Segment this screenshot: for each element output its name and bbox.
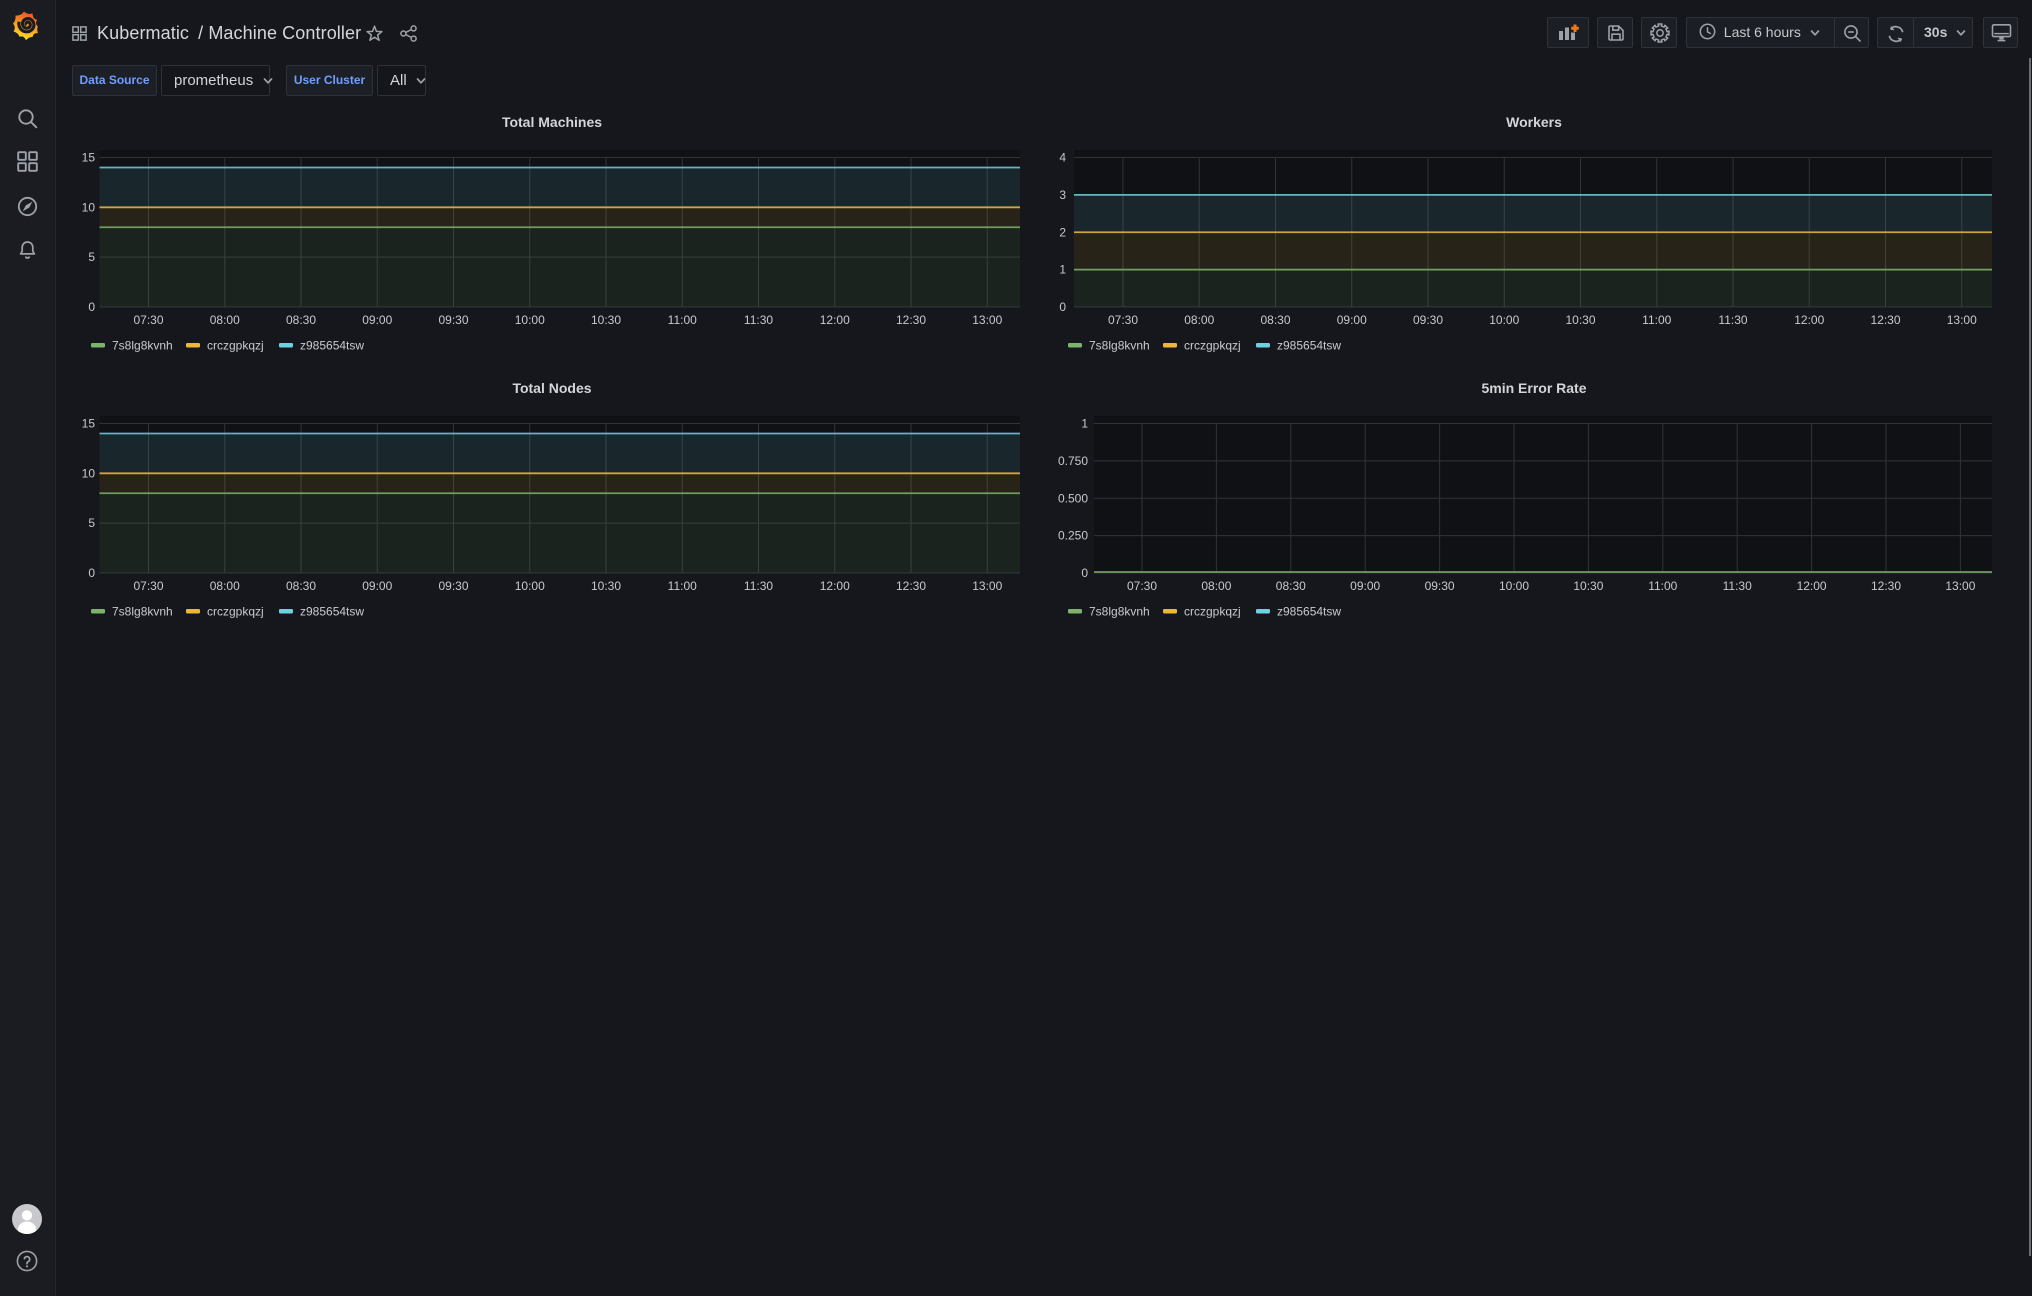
svg-text:7s8lg8kvnh: 7s8lg8kvnh — [1089, 339, 1150, 353]
svg-text:7s8lg8kvnh: 7s8lg8kvnh — [112, 605, 173, 619]
svg-text:12:00: 12:00 — [1797, 579, 1827, 593]
svg-text:10:30: 10:30 — [591, 313, 621, 327]
svg-text:13:00: 13:00 — [1947, 313, 1977, 327]
svg-text:08:30: 08:30 — [286, 313, 316, 327]
svg-text:7s8lg8kvnh: 7s8lg8kvnh — [112, 339, 173, 353]
svg-text:0.250: 0.250 — [1058, 529, 1088, 543]
svg-text:crczgpkqzj: crczgpkqzj — [207, 339, 264, 353]
svg-text:09:30: 09:30 — [438, 579, 468, 593]
svg-text:Workers: Workers — [1506, 114, 1562, 130]
svg-text:09:30: 09:30 — [1425, 579, 1455, 593]
svg-text:09:00: 09:00 — [362, 579, 392, 593]
svg-text:09:30: 09:30 — [438, 313, 468, 327]
svg-text:11:00: 11:00 — [668, 579, 697, 593]
svg-text:08:30: 08:30 — [286, 579, 316, 593]
svg-text:08:00: 08:00 — [1201, 579, 1231, 593]
svg-text:5: 5 — [88, 516, 95, 530]
svg-text:11:30: 11:30 — [1718, 313, 1747, 327]
svg-text:11:00: 11:00 — [1648, 579, 1677, 593]
svg-text:13:00: 13:00 — [1945, 579, 1975, 593]
svg-text:11:00: 11:00 — [668, 313, 697, 327]
svg-text:0.500: 0.500 — [1058, 491, 1088, 505]
svg-text:09:00: 09:00 — [362, 313, 392, 327]
svg-text:11:30: 11:30 — [744, 313, 773, 327]
svg-text:12:30: 12:30 — [1870, 313, 1900, 327]
svg-text:10:00: 10:00 — [1489, 313, 1519, 327]
svg-text:12:00: 12:00 — [820, 313, 850, 327]
svg-text:10: 10 — [82, 466, 96, 480]
svg-text:4: 4 — [1059, 151, 1066, 165]
svg-text:08:00: 08:00 — [1184, 313, 1214, 327]
svg-text:12:00: 12:00 — [820, 579, 850, 593]
svg-text:13:00: 13:00 — [972, 579, 1002, 593]
svg-text:0.750: 0.750 — [1058, 454, 1088, 468]
svg-text:12:30: 12:30 — [1871, 579, 1901, 593]
svg-text:0: 0 — [1081, 566, 1088, 580]
svg-text:10:30: 10:30 — [1565, 313, 1595, 327]
svg-text:crczgpkqzj: crczgpkqzj — [1184, 605, 1241, 619]
svg-text:07:30: 07:30 — [1108, 313, 1138, 327]
svg-text:z985654tsw: z985654tsw — [1277, 339, 1341, 353]
svg-text:11:00: 11:00 — [1642, 313, 1671, 327]
svg-text:08:30: 08:30 — [1260, 313, 1290, 327]
svg-text:10:30: 10:30 — [591, 579, 621, 593]
svg-text:2: 2 — [1059, 225, 1066, 239]
svg-text:10:00: 10:00 — [515, 313, 545, 327]
svg-text:15: 15 — [82, 417, 96, 431]
svg-text:crczgpkqzj: crczgpkqzj — [1184, 339, 1241, 353]
svg-text:10:00: 10:00 — [515, 579, 545, 593]
svg-text:5min Error Rate: 5min Error Rate — [1481, 380, 1586, 396]
svg-text:07:30: 07:30 — [133, 313, 163, 327]
svg-text:08:00: 08:00 — [210, 313, 240, 327]
svg-text:0: 0 — [88, 300, 95, 314]
svg-text:1: 1 — [1059, 263, 1066, 277]
svg-text:15: 15 — [82, 151, 96, 165]
svg-text:Total Machines: Total Machines — [502, 114, 602, 130]
svg-text:1: 1 — [1081, 417, 1088, 431]
svg-text:10:00: 10:00 — [1499, 579, 1529, 593]
svg-text:13:00: 13:00 — [972, 313, 1002, 327]
svg-text:09:30: 09:30 — [1413, 313, 1443, 327]
svg-text:5: 5 — [88, 250, 95, 264]
svg-text:09:00: 09:00 — [1350, 579, 1380, 593]
svg-text:0: 0 — [1059, 300, 1066, 314]
svg-text:10:30: 10:30 — [1573, 579, 1603, 593]
svg-text:crczgpkqzj: crczgpkqzj — [207, 605, 264, 619]
svg-text:z985654tsw: z985654tsw — [1277, 605, 1341, 619]
svg-text:08:00: 08:00 — [210, 579, 240, 593]
svg-text:09:00: 09:00 — [1337, 313, 1367, 327]
svg-text:0: 0 — [88, 566, 95, 580]
svg-text:11:30: 11:30 — [744, 579, 773, 593]
svg-text:10: 10 — [82, 200, 96, 214]
svg-text:07:30: 07:30 — [1127, 579, 1157, 593]
svg-text:12:00: 12:00 — [1794, 313, 1824, 327]
svg-text:z985654tsw: z985654tsw — [300, 605, 364, 619]
svg-text:7s8lg8kvnh: 7s8lg8kvnh — [1089, 605, 1150, 619]
svg-text:12:30: 12:30 — [896, 313, 926, 327]
svg-text:12:30: 12:30 — [896, 579, 926, 593]
svg-text:11:30: 11:30 — [1723, 579, 1752, 593]
svg-text:z985654tsw: z985654tsw — [300, 339, 364, 353]
svg-text:3: 3 — [1059, 188, 1066, 202]
svg-text:08:30: 08:30 — [1276, 579, 1306, 593]
svg-text:Total Nodes: Total Nodes — [512, 380, 591, 396]
svg-text:07:30: 07:30 — [133, 579, 163, 593]
